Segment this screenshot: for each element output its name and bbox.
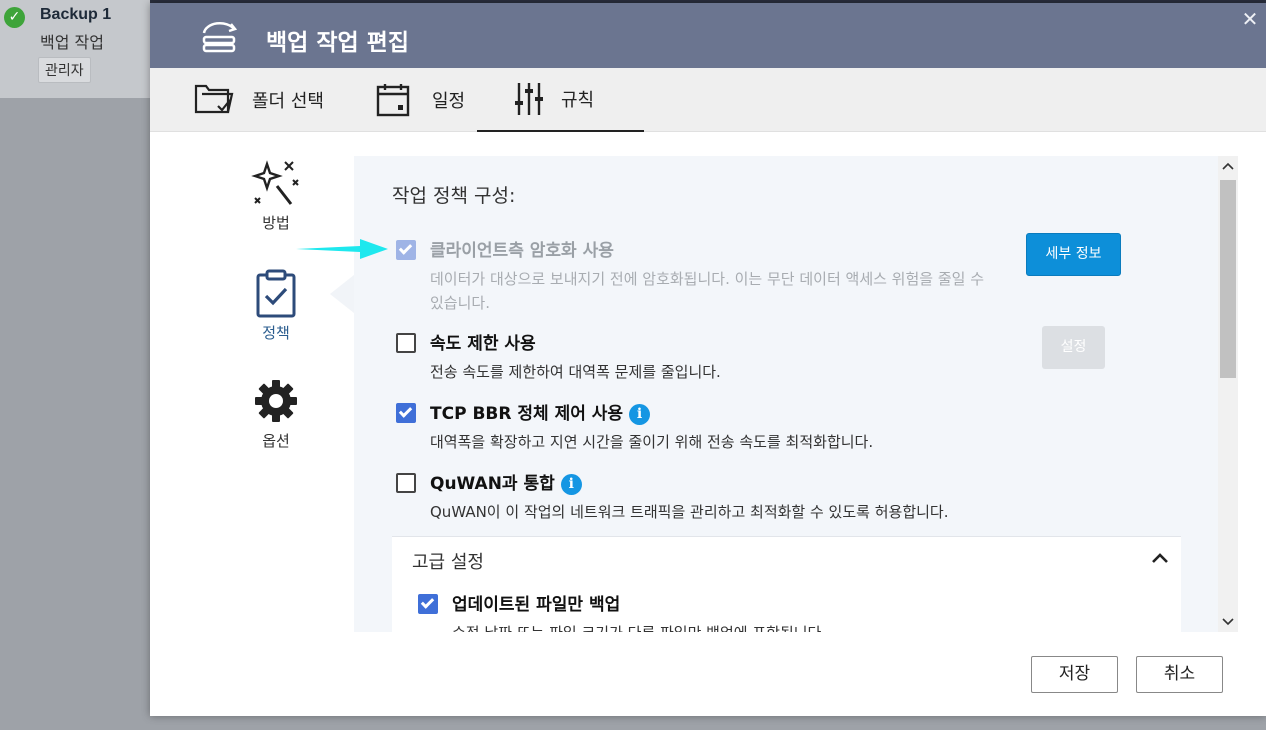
option-desc: 데이터가 대상으로 보내지기 전에 암호화됩니다. 이는 무단 데이터 액세스 …: [430, 270, 985, 312]
option-title: 클라이언트측 암호화 사용: [430, 241, 614, 261]
details-button[interactable]: 세부 정보: [1026, 233, 1121, 276]
scroll-down-icon[interactable]: [1218, 610, 1238, 632]
section-title: 작업 정책 구성:: [392, 185, 516, 207]
advanced-settings-section: 고급 설정 업데이트된 파일만 백업 수정 날짜 또는 파일 크기가 다른 파일…: [392, 536, 1181, 632]
background-task-card[interactable]: ✓ Backup 1 백업 작업 관리자: [0, 0, 150, 98]
option-desc: QuWAN이 이 작업의 네트워크 트래픽을 관리하고 최적화할 수 있도록 허…: [430, 503, 949, 521]
option-title: 속도 제한 사용: [430, 334, 536, 354]
dialog-header: 백업 작업 편집 ✕: [150, 3, 1266, 68]
sidenav-label: 옵션: [262, 432, 290, 450]
clipboard-check-icon: [256, 269, 296, 318]
option-title-wrap: QuWAN과 통합 i: [430, 469, 582, 495]
sliders-icon: [515, 83, 543, 115]
client-encryption-checkbox[interactable]: [396, 240, 416, 260]
edit-backup-dialog: 백업 작업 편집 ✕ 폴더 선택 일정 규칙 방법 정책 옵션 작업 정책 구성…: [150, 3, 1266, 716]
tab-rules[interactable]: 규칙: [477, 68, 644, 132]
chevron-up-icon[interactable]: [1151, 551, 1169, 565]
calendar-icon: [376, 84, 410, 117]
settings-button[interactable]: 설정: [1042, 326, 1105, 369]
info-icon[interactable]: i: [560, 474, 582, 495]
speed-limit-checkbox[interactable]: [396, 333, 416, 353]
cancel-button[interactable]: 취소: [1136, 656, 1223, 693]
task-title: Backup 1: [40, 6, 112, 23]
tab-bar: 폴더 선택 일정 규칙: [150, 68, 1266, 132]
active-indicator: [330, 275, 354, 313]
option-desc: 대역폭을 확장하고 지연 시간을 줄이기 위해 전송 속도를 최적화합니다.: [430, 433, 874, 451]
magic-wand-icon: [251, 160, 299, 205]
policy-content-panel: 작업 정책 구성: 클라이언트측 암호화 사용 데이터가 대상으로 보내지기 전…: [354, 156, 1238, 632]
backup-drive-icon: [202, 22, 238, 53]
tab-folder-select[interactable]: 폴더 선택: [194, 68, 324, 132]
gear-icon: [255, 380, 297, 422]
info-icon[interactable]: i: [629, 404, 651, 425]
folder-select-icon: [194, 84, 234, 114]
sidenav-method[interactable]: 방법: [231, 158, 321, 233]
tab-label: 일정: [432, 91, 466, 112]
advanced-title: 고급 설정: [412, 552, 484, 573]
option-desc: 수정 날짜 또는 파일 크기가 다른 파일만 백업에 포함됩니다.: [452, 621, 1152, 632]
annotation-arrow-icon: [296, 239, 388, 259]
save-button[interactable]: 저장: [1031, 656, 1118, 693]
tab-label: 폴더 선택: [252, 91, 324, 112]
dialog-title: 백업 작업 편집: [266, 30, 409, 56]
option-title: 업데이트된 파일만 백업: [452, 595, 621, 615]
sidenav-options[interactable]: 옵션: [231, 376, 321, 451]
sidenav-label: 정책: [262, 324, 290, 342]
option-title-wrap: TCP BBR 정체 제어 사용 i: [430, 399, 651, 425]
success-check-icon: ✓: [4, 7, 25, 28]
content-scrollbar[interactable]: [1218, 156, 1238, 632]
updated-files-checkbox[interactable]: [418, 594, 438, 614]
option-title: TCP BBR 정체 제어 사용: [430, 404, 624, 424]
tab-label: 규칙: [561, 90, 595, 111]
quwan-checkbox[interactable]: [396, 473, 416, 493]
option-desc: 전송 속도를 제한하여 대역폭 문제를 줄입니다.: [430, 363, 721, 381]
owner-badge: 관리자: [38, 57, 91, 83]
sidenav-label: 방법: [262, 214, 290, 232]
sidenav-policy[interactable]: 정책: [231, 268, 321, 343]
tab-schedule[interactable]: 일정: [374, 68, 465, 132]
option-title: QuWAN과 통합: [430, 474, 555, 494]
scroll-up-icon[interactable]: [1218, 156, 1238, 178]
scrollbar-thumb[interactable]: [1220, 180, 1236, 378]
close-icon[interactable]: ✕: [1240, 9, 1260, 29]
task-subtitle: 백업 작업: [40, 33, 104, 52]
tcp-bbr-checkbox[interactable]: [396, 403, 416, 423]
